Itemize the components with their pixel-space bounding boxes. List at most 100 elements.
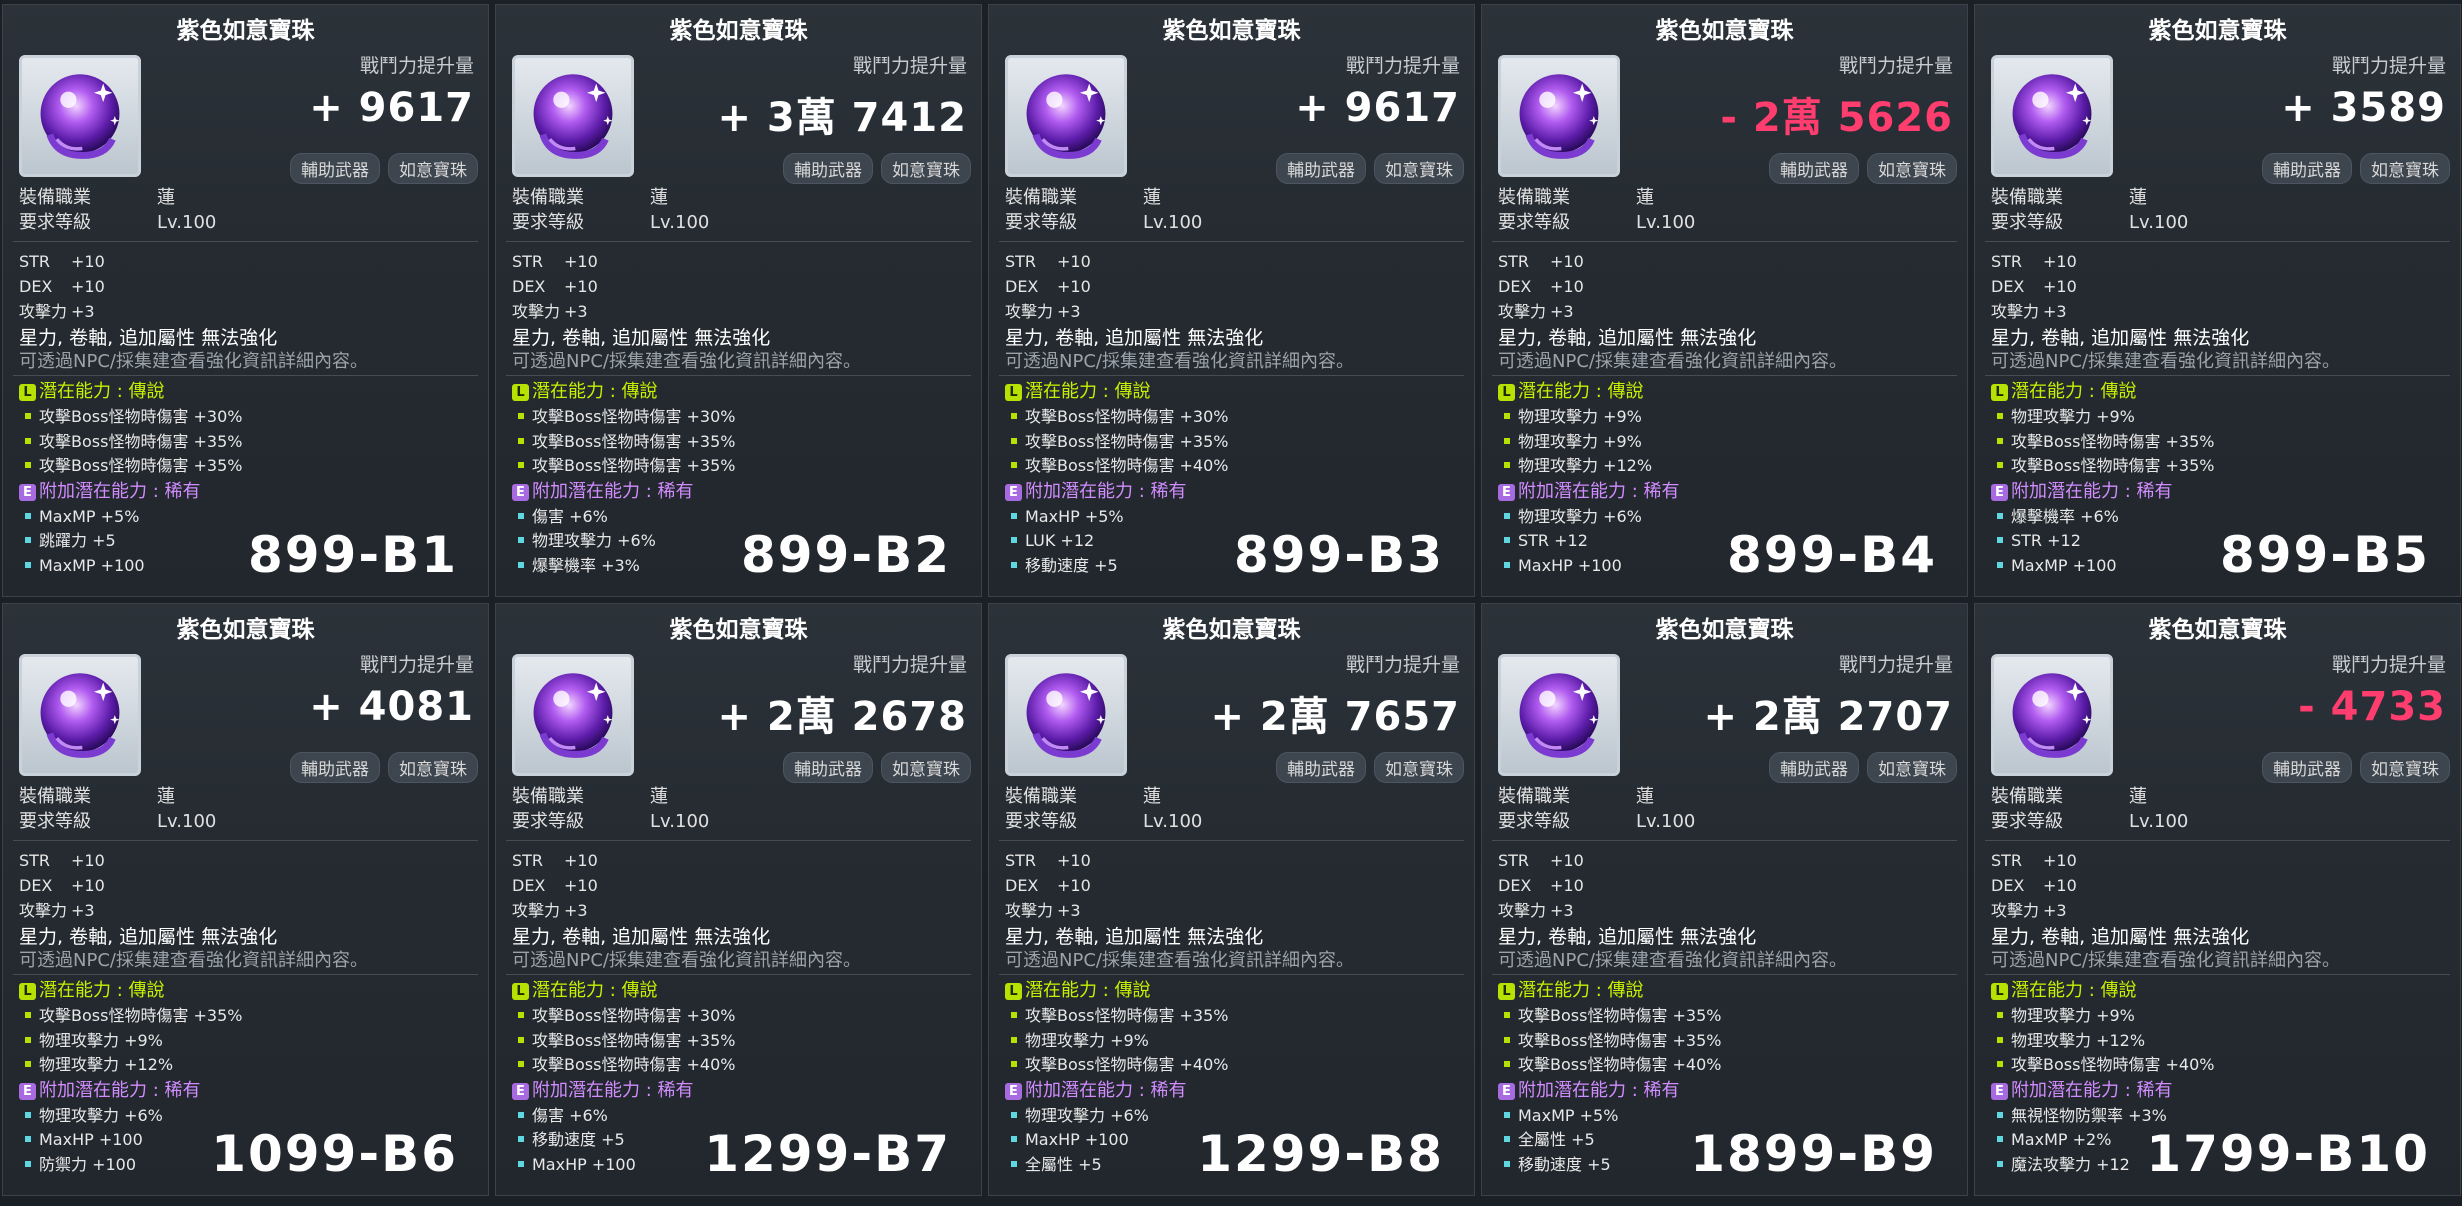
potential-line: 攻擊Boss怪物時傷害 +40% <box>1005 454 1229 479</box>
divider <box>1492 840 1957 841</box>
option-text: 物理攻擊力 +12% <box>2011 1030 2146 1050</box>
additional-title: 附加潛在能力 : 稀有 <box>39 480 201 502</box>
bullet-icon <box>1011 1136 1017 1142</box>
combat-power-label: 戰鬥力提升量 <box>359 55 474 77</box>
potential-section: L 潛在能力 : 傳說 攻擊Boss怪物時傷害 +35% 物理攻擊力 +9% 物理攻擊… <box>19 978 243 1177</box>
option-text: 爆擊機率 +3% <box>532 555 640 575</box>
stat-name: 攻擊力 <box>1991 901 2040 920</box>
additional-title: 附加潛在能力 : 稀有 <box>2011 480 2173 502</box>
upgrade-note: 星力, 卷軸, 追加屬性 無法強化 <box>19 327 278 349</box>
combat-power-label: 戰鬥力提升量 <box>1838 55 1953 77</box>
additional-potential-line: MaxHP +100 <box>1005 1128 1229 1153</box>
listing-code: 1099-B6 <box>211 1125 458 1183</box>
job-value: 蓮 <box>1636 786 1654 807</box>
additional-potential-lines: MaxMP +5% 全屬性 +5 移動速度 +5 <box>1498 1104 1722 1178</box>
bullet-icon <box>1011 437 1017 444</box>
potential-line: 攻擊Boss怪物時傷害 +35% <box>1498 1004 1722 1029</box>
stat-name: 攻擊力 <box>1005 302 1054 321</box>
item-tooltip-card-6[interactable]: 紫色如意寶珠 戰鬥力提升量 + 4081 輔助武器 如意寶珠 裝備職業 蓮 要求… <box>2 603 489 1196</box>
potential-line: 物理攻擊力 +12% <box>1991 1029 2215 1054</box>
bullet-icon <box>25 1012 31 1018</box>
tag-secondary-weapon: 輔助武器 <box>783 153 873 184</box>
stat-row: 攻擊力 +3 <box>19 898 105 923</box>
tag-secondary-weapon: 輔助武器 <box>1276 153 1366 184</box>
potential-line: 攻擊Boss怪物時傷害 +35% <box>19 454 243 479</box>
stat-row: DEX +10 <box>1005 873 1091 898</box>
stat-row: STR +10 <box>1005 848 1091 873</box>
item-tooltip-card-1[interactable]: 紫色如意寶珠 戰鬥力提升量 + 9617 輔助武器 如意寶珠 裝備職業 蓮 要求… <box>2 4 489 597</box>
additional-potential-line: 物理攻擊力 +6% <box>19 1104 243 1129</box>
additional-potential-line: MaxHP +100 <box>512 1153 736 1178</box>
tag-orb: 如意寶珠 <box>388 153 478 184</box>
option-text: 攻擊Boss怪物時傷害 +35% <box>1518 1006 1722 1025</box>
additional-potential-header: E 附加潛在能力 : 稀有 <box>1005 1078 1229 1104</box>
listing-code: 1899-B9 <box>1690 1125 1937 1183</box>
potential-line: 攻擊Boss怪物時傷害 +35% <box>1005 430 1229 455</box>
npc-note: 可透過NPC/採集建查看強化資訊詳細內容。 <box>19 351 368 372</box>
npc-note: 可透過NPC/採集建查看強化資訊詳細內容。 <box>1991 351 2340 372</box>
level-value: Lv.100 <box>1143 212 1203 233</box>
potential-section: L 潛在能力 : 傳說 攻擊Boss怪物時傷害 +35% 物理攻擊力 +9% 攻擊Bo… <box>1005 978 1229 1177</box>
stat-name: DEX <box>1498 277 1532 296</box>
option-text: 攻擊Boss怪物時傷害 +35% <box>1025 1006 1229 1025</box>
purple-orb-icon <box>1498 55 1620 177</box>
legendary-badge-icon: L <box>1005 983 1022 1000</box>
divider <box>1985 974 2450 975</box>
combat-power-label: 戰鬥力提升量 <box>2331 654 2446 676</box>
npc-note: 可透過NPC/採集建查看強化資訊詳細內容。 <box>1005 351 1354 372</box>
job-label: 裝備職業 <box>1991 786 2063 807</box>
tag-secondary-weapon: 輔助武器 <box>1276 752 1366 783</box>
item-tooltip-card-8[interactable]: 紫色如意寶珠 戰鬥力提升量 + 2萬 7657 輔助武器 如意寶珠 裝備職業 蓮… <box>988 603 1475 1196</box>
listing-code: 1299-B7 <box>704 1125 951 1183</box>
item-tooltip-card-4[interactable]: 紫色如意寶珠 戰鬥力提升量 - 2萬 5626 輔助武器 如意寶珠 裝備職業 蓮… <box>1481 4 1968 597</box>
tag-orb: 如意寶珠 <box>881 752 971 783</box>
additional-title: 附加潛在能力 : 稀有 <box>1518 480 1680 502</box>
tooltip-grid: 紫色如意寶珠 戰鬥力提升量 + 9617 輔助武器 如意寶珠 裝備職業 蓮 要求… <box>0 0 2462 1206</box>
npc-note: 可透過NPC/採集建查看強化資訊詳細內容。 <box>1991 950 2340 971</box>
additional-potential-header: E 附加潛在能力 : 稀有 <box>1991 479 2215 505</box>
bullet-icon <box>518 1061 524 1067</box>
divider <box>506 241 971 242</box>
item-tags: 輔助武器 如意寶珠 <box>290 153 478 184</box>
bullet-icon <box>25 413 31 419</box>
option-text: 攻擊Boss怪物時傷害 +35% <box>1025 431 1229 451</box>
divider <box>1492 974 1957 975</box>
item-tooltip-card-2[interactable]: 紫色如意寶珠 戰鬥力提升量 + 3萬 7412 輔助武器 如意寶珠 裝備職業 蓮… <box>495 4 982 597</box>
stat-value: +10 <box>2043 876 2077 895</box>
bullet-icon <box>25 537 31 543</box>
additional-potential-lines: 爆擊機率 +6% STR +12 MaxMP +100 <box>1991 505 2215 579</box>
option-text: 攻擊Boss怪物時傷害 +30% <box>39 407 243 426</box>
additional-potential-header: E 附加潛在能力 : 稀有 <box>512 479 736 505</box>
potential-lines: 攻擊Boss怪物時傷害 +30% 攻擊Boss怪物時傷害 +35% 攻擊Boss怪物… <box>512 1004 736 1078</box>
bullet-icon <box>1997 561 2003 568</box>
divider <box>1492 241 1957 242</box>
divider <box>999 241 1464 242</box>
level-value: Lv.100 <box>650 811 710 832</box>
divider <box>13 840 478 841</box>
bullet-icon <box>518 1111 524 1118</box>
level-value: Lv.100 <box>1636 212 1696 233</box>
item-tooltip-card-10[interactable]: 紫色如意寶珠 戰鬥力提升量 - 4733 輔助武器 如意寶珠 裝備職業 蓮 要求… <box>1974 603 2461 1196</box>
job-value: 蓮 <box>1143 187 1161 208</box>
npc-note: 可透過NPC/採集建查看強化資訊詳細內容。 <box>1498 351 1847 372</box>
item-tooltip-card-5[interactable]: 紫色如意寶珠 戰鬥力提升量 + 3589 輔助武器 如意寶珠 裝備職業 蓮 要求… <box>1974 4 2461 597</box>
upgrade-note: 星力, 卷軸, 追加屬性 無法強化 <box>1498 926 1757 948</box>
item-tooltip-card-9[interactable]: 紫色如意寶珠 戰鬥力提升量 + 2萬 2707 輔助武器 如意寶珠 裝備職業 蓮… <box>1481 603 1968 1196</box>
additional-potential-line: MaxMP +100 <box>19 554 243 579</box>
additional-potential-line: MaxHP +100 <box>19 1128 243 1153</box>
item-tooltip-card-3[interactable]: 紫色如意寶珠 戰鬥力提升量 + 9617 輔助武器 如意寶珠 裝備職業 蓮 要求… <box>988 4 1475 597</box>
additional-potential-header: E 附加潛在能力 : 稀有 <box>19 479 243 505</box>
stat-row: 攻擊力 +3 <box>1498 299 1584 324</box>
bullet-icon <box>518 512 524 519</box>
base-stats: STR +10 DEX +10 攻擊力 +3 <box>1991 249 2077 324</box>
bullet-icon <box>1504 1136 1510 1142</box>
stat-name: DEX <box>1991 876 2025 895</box>
epic-badge-icon: E <box>1005 1082 1022 1100</box>
additional-title: 附加潛在能力 : 稀有 <box>1025 480 1187 502</box>
item-tooltip-card-7[interactable]: 紫色如意寶珠 戰鬥力提升量 + 2萬 2678 輔助武器 如意寶珠 裝備職業 蓮… <box>495 603 982 1196</box>
bullet-icon <box>1011 1061 1017 1067</box>
bullet-icon <box>1011 462 1017 468</box>
option-text: 攻擊Boss怪物時傷害 +35% <box>2011 431 2215 451</box>
stat-name: STR <box>512 252 544 271</box>
option-text: 傷害 +6% <box>532 506 608 526</box>
